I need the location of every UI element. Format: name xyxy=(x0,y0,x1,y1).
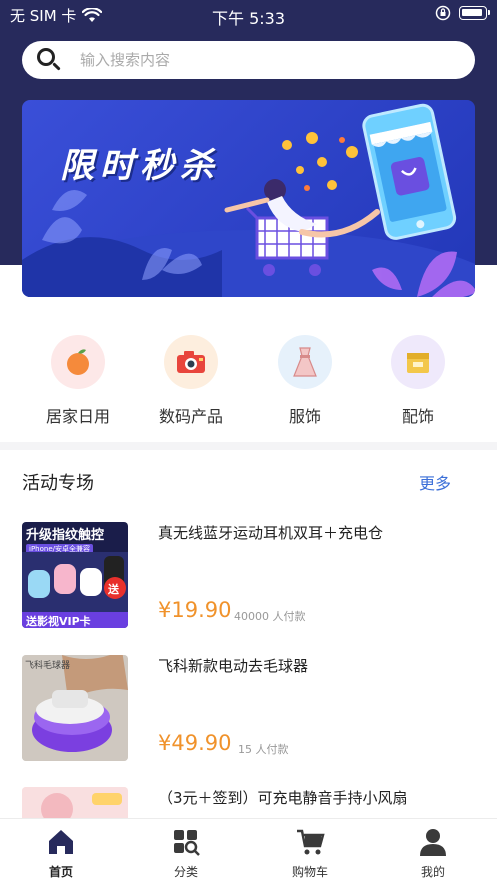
status-bar: 无 SIM 卡 下午 5:33 xyxy=(0,0,497,30)
tab-bar: 首页 分类 购物车 我的 xyxy=(0,818,497,883)
clock: 下午 5:33 xyxy=(211,9,286,28)
search-bar[interactable] xyxy=(22,41,475,79)
thumb-footer: 送影视VIP卡 xyxy=(26,615,91,628)
search-icon xyxy=(36,47,62,73)
category-label: 配饰 xyxy=(401,407,434,426)
tab-label: 首页 xyxy=(48,865,73,879)
box-icon xyxy=(391,335,445,389)
category-icon xyxy=(171,827,201,857)
category-row: 居家日用 数码产品 服饰 配饰 xyxy=(0,335,497,435)
tab-label: 我的 xyxy=(420,865,445,879)
thumb-headline: 飞科毛球器 xyxy=(25,661,71,671)
category-accessories[interactable]: 配饰 xyxy=(373,335,463,427)
orange-icon xyxy=(51,335,105,389)
tab-category[interactable]: 分类 xyxy=(146,827,226,880)
battery-icon xyxy=(459,6,490,20)
banner-illustration xyxy=(22,103,475,297)
product-thumbnail: 飞科毛球器 xyxy=(22,655,128,761)
orientation-lock-icon xyxy=(435,5,451,21)
home-icon xyxy=(46,827,76,857)
more-link[interactable]: 更多 xyxy=(419,470,451,494)
product-title: 真无线蓝牙运动耳机双耳＋充电仓 xyxy=(158,524,384,542)
product-price: ¥49.90 xyxy=(158,731,232,755)
category-digital[interactable]: 数码产品 xyxy=(146,335,236,427)
status-icons xyxy=(435,5,490,21)
tab-label: 购物车 xyxy=(291,865,328,879)
tab-cart[interactable]: 购物车 xyxy=(270,827,350,880)
product-price: ¥19.90 xyxy=(158,598,232,622)
category-home-goods[interactable]: 居家日用 xyxy=(33,335,123,427)
thumb-badge: 送 xyxy=(108,583,119,596)
user-icon xyxy=(418,827,448,857)
tab-label: 分类 xyxy=(173,865,198,879)
dress-icon xyxy=(278,335,332,389)
category-label: 服饰 xyxy=(288,407,321,426)
search-input[interactable] xyxy=(80,51,440,69)
cart-icon xyxy=(295,827,325,857)
product-item[interactable]: 飞科毛球器 飞科新款电动去毛球器 ¥49.90 15 人付款 xyxy=(22,655,482,765)
category-label: 数码产品 xyxy=(158,407,223,426)
product-thumbnail: 升级指纹触控 iPhone/安卓全兼容 送 送影视VIP卡 xyxy=(22,522,128,628)
product-title: （3元＋签到）可充电静音手持小风扇 xyxy=(158,789,408,807)
section-title: 活动专场 xyxy=(22,473,94,494)
category-label: 居家日用 xyxy=(45,407,110,426)
banner-title: 限时秒杀 xyxy=(60,146,220,186)
product-sold-count: 15 人付款 xyxy=(238,743,289,756)
camera-icon xyxy=(164,335,218,389)
category-clothing[interactable]: 服饰 xyxy=(260,335,350,427)
tab-home[interactable]: 首页 xyxy=(21,827,101,880)
product-item[interactable]: 升级指纹触控 iPhone/安卓全兼容 送 送影视VIP卡 真无线蓝牙运动耳机双… xyxy=(22,522,482,632)
product-sold-count: 40000 人付款 xyxy=(234,610,306,623)
flash-sale-banner[interactable]: 限时秒杀 xyxy=(22,100,475,297)
product-title: 飞科新款电动去毛球器 xyxy=(158,657,309,675)
section-divider xyxy=(0,442,497,450)
tab-profile[interactable]: 我的 xyxy=(393,827,473,880)
